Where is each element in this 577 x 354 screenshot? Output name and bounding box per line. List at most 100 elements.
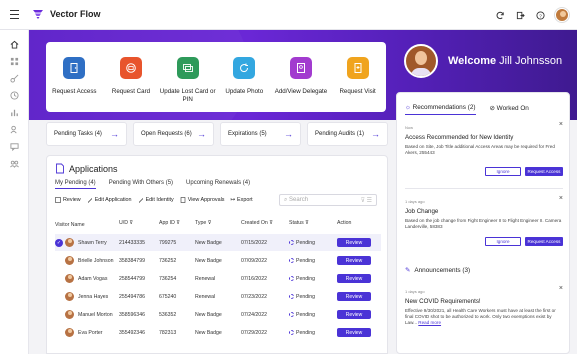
tab-worked-on[interactable]: ⊘ Worked On bbox=[490, 104, 529, 115]
request-visit-button[interactable]: Request Visit bbox=[330, 57, 386, 112]
visitor-name: Brielle Johnson bbox=[78, 257, 114, 264]
close-icon[interactable]: × bbox=[559, 285, 563, 292]
tab-recommendations[interactable]: ☼ Recommendations (2) bbox=[405, 104, 476, 115]
col-visitor-name[interactable]: Visitor Name bbox=[55, 220, 119, 230]
help-icon[interactable]: ? bbox=[535, 10, 546, 21]
col-uid[interactable]: U/D ⊽ bbox=[119, 220, 159, 230]
app-id-cell: 799275 bbox=[159, 239, 177, 246]
update-photo-button[interactable]: Update Photo bbox=[216, 57, 272, 112]
edit-application-action[interactable]: Edit Application bbox=[87, 197, 132, 203]
review-button[interactable]: Review bbox=[337, 274, 371, 283]
announcements-title: Announcements (3) bbox=[414, 266, 471, 274]
users-icon[interactable] bbox=[9, 125, 20, 134]
uid-cell: 255494786 bbox=[119, 293, 145, 300]
logout-icon[interactable] bbox=[515, 10, 526, 21]
delegate-icon bbox=[289, 57, 312, 79]
menu-icon[interactable] bbox=[10, 10, 19, 19]
open-requests-card[interactable]: Open Requests (6) → bbox=[133, 122, 214, 146]
applications-toolbar: Review Edit Application Edit Identity Vi… bbox=[55, 197, 253, 203]
top-bar: Vector Flow ? bbox=[0, 0, 577, 30]
open-requests-label: Open Requests (6) bbox=[141, 131, 192, 137]
review-action-label: Review bbox=[63, 197, 81, 203]
created-cell: 07/29/2022 bbox=[241, 329, 267, 336]
review-button[interactable]: Review bbox=[337, 238, 371, 247]
view-approvals-action[interactable]: View Approvals bbox=[180, 197, 225, 203]
created-cell: 07/15/2022 bbox=[241, 239, 267, 246]
status-label: Pending bbox=[296, 275, 316, 282]
apps-icon[interactable] bbox=[9, 57, 20, 66]
review-button[interactable]: Review bbox=[337, 328, 371, 337]
arrow-right-icon: → bbox=[197, 129, 206, 139]
table-row[interactable]: Manuel Morton 358596346 536352 New Badge… bbox=[55, 306, 381, 323]
created-cell: 07/16/2022 bbox=[241, 275, 267, 282]
divider bbox=[405, 188, 563, 189]
user-avatar[interactable] bbox=[555, 8, 569, 22]
add-view-delegate-button[interactable]: Add/View Delegate bbox=[273, 57, 329, 112]
status-label: Pending bbox=[296, 293, 316, 300]
col-status[interactable]: Status ⊽ bbox=[289, 220, 337, 230]
search-placeholder: ⌕ Search bbox=[284, 197, 308, 204]
update-lost-card-button[interactable]: Update Lost Card or PIN bbox=[160, 57, 216, 112]
review-button[interactable]: Review bbox=[337, 310, 371, 319]
app-id-cell: 736252 bbox=[159, 257, 177, 264]
search-placeholder-text: Search bbox=[289, 196, 309, 203]
col-app-id[interactable]: App ID ⊽ bbox=[159, 220, 195, 230]
pending-tasks-card[interactable]: Pending Tasks (4) → bbox=[46, 122, 127, 146]
export-action[interactable]: ↦ Export bbox=[231, 197, 253, 203]
pending-audits-label: Pending Audits (1) bbox=[315, 131, 365, 137]
visitor-name: Shawn Terry bbox=[78, 239, 107, 246]
review-action[interactable]: Review bbox=[55, 197, 81, 203]
chat-icon[interactable] bbox=[9, 142, 20, 151]
table-row[interactable]: ✓ Shawn Terry 214433335 799275 New Badge… bbox=[55, 234, 381, 251]
uid-cell: 358596346 bbox=[119, 311, 145, 318]
request-access-button[interactable]: Request Access bbox=[525, 237, 563, 246]
type-cell: Renewal bbox=[195, 293, 216, 300]
col-uid-label: U/D bbox=[119, 220, 128, 226]
pending-icon bbox=[289, 258, 294, 263]
chart-icon[interactable] bbox=[9, 108, 20, 117]
user-name: Jill Johnsson bbox=[499, 55, 563, 67]
review-button[interactable]: Review bbox=[337, 256, 371, 265]
history-icon[interactable] bbox=[9, 91, 20, 100]
table-row[interactable]: Brielle Johnson 358384799 736252 New Bad… bbox=[55, 252, 381, 269]
table-row[interactable]: Eva Porter 355492346 782313 New Badge 07… bbox=[55, 324, 381, 341]
welcome-text: Welcome Jill Johnsson bbox=[448, 55, 562, 67]
expirations-card[interactable]: Expirations (5) → bbox=[220, 122, 301, 146]
close-icon[interactable]: × bbox=[559, 195, 563, 202]
filter-icon[interactable]: ⊽ ☰ bbox=[361, 197, 372, 204]
applications-panel: Applications My Pending (4) Pending With… bbox=[46, 155, 388, 354]
home-icon[interactable] bbox=[9, 40, 20, 49]
check-icon[interactable]: ✓ bbox=[55, 238, 63, 247]
pending-audits-card[interactable]: Pending Audits (1) → bbox=[307, 122, 388, 146]
group-icon[interactable] bbox=[9, 159, 20, 168]
ignore-button[interactable]: Ignore bbox=[485, 167, 521, 176]
table-row[interactable]: Adam Vogas 258544799 736254 Renewal 07/1… bbox=[55, 270, 381, 287]
col-type[interactable]: Type ⊽ bbox=[195, 220, 241, 230]
tab-my-pending[interactable]: My Pending (4) bbox=[55, 180, 96, 189]
pending-tasks-label: Pending Tasks (4) bbox=[54, 131, 102, 137]
key-icon[interactable] bbox=[9, 74, 20, 83]
search-input[interactable]: ⌕ Search ⊽ ☰ bbox=[279, 194, 377, 206]
refresh-icon[interactable] bbox=[495, 10, 506, 21]
applications-tabs: My Pending (4) Pending With Others (5) U… bbox=[55, 180, 250, 189]
request-card-button[interactable]: Request Card bbox=[103, 57, 159, 112]
uid-cell: 258544799 bbox=[119, 275, 145, 282]
status-cell: Pending bbox=[289, 294, 337, 300]
created-cell: 07/23/2022 bbox=[241, 293, 267, 300]
export-icon: ↦ bbox=[230, 197, 236, 203]
review-button[interactable]: Review bbox=[337, 292, 371, 301]
tab-upcoming-renewals[interactable]: Upcoming Renewals (4) bbox=[186, 180, 250, 189]
close-icon[interactable]: × bbox=[559, 121, 563, 128]
request-access-button[interactable]: Request Access bbox=[525, 167, 563, 176]
table-row[interactable]: Jenna Hayes 255494786 675240 Renewal 07/… bbox=[55, 288, 381, 305]
read-more-link[interactable]: Read more bbox=[418, 320, 441, 325]
export-label: Export bbox=[237, 197, 253, 203]
tab-pending-with-others[interactable]: Pending With Others (5) bbox=[109, 180, 173, 189]
request-access-button[interactable]: Request Access bbox=[46, 57, 102, 112]
edit-identity-action[interactable]: Edit Identity bbox=[138, 197, 174, 203]
ignore-button[interactable]: Ignore bbox=[485, 237, 521, 246]
notification-time: Now bbox=[405, 125, 414, 130]
arrow-right-icon: → bbox=[284, 129, 293, 139]
col-created-on[interactable]: Created On ⊽ bbox=[241, 220, 289, 230]
request-card-label: Request Card bbox=[111, 88, 151, 95]
